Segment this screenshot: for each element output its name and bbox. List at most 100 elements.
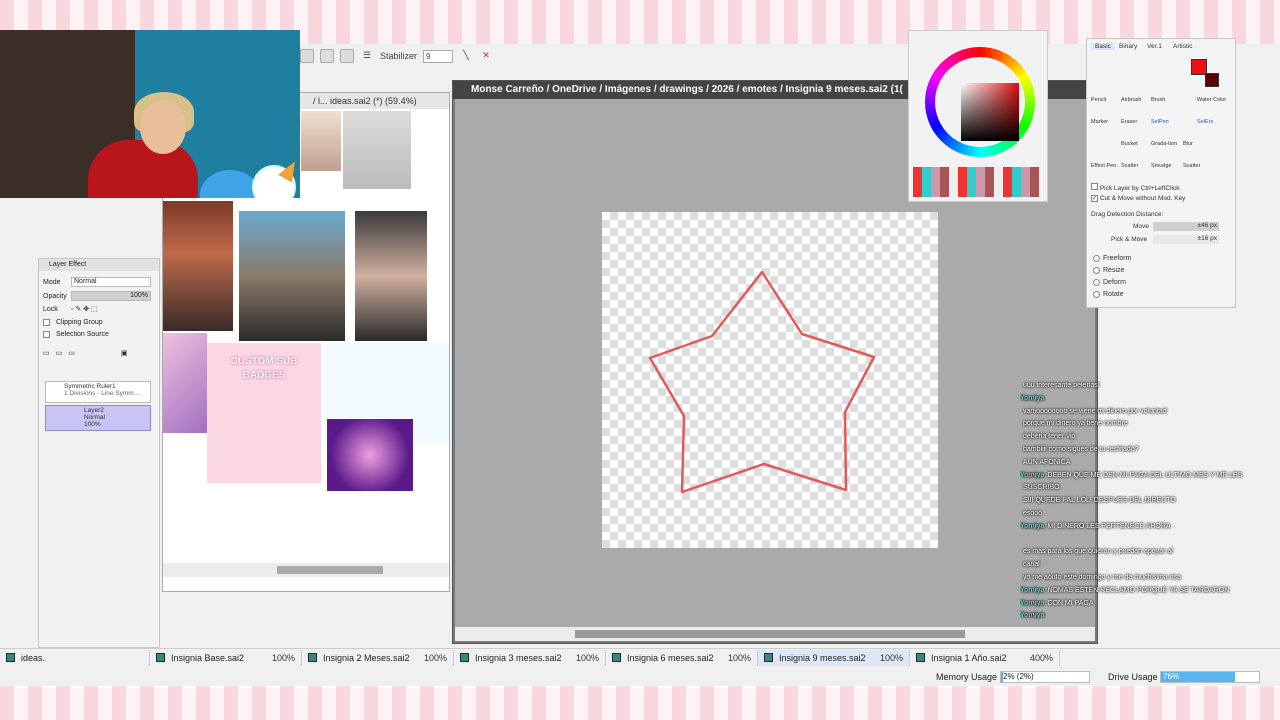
chat-username: Yomiya [1020,471,1045,479]
radio-rotate-label: Rotate [1103,291,1124,298]
layer-effect-header[interactable]: Layer Effect [39,259,159,271]
toolbar-button-1[interactable] [300,49,314,63]
radio-dot [1093,291,1100,298]
selection-source-row[interactable]: Selection Source [43,331,109,338]
opacity-row: Opacity 100% [43,291,151,301]
lock-row: Lock ▫ ✎ ✥ ⬚ [43,305,98,314]
document-icon [612,653,621,662]
document-tab[interactable]: Insignia 2 Meses.sai2 100% [302,649,454,666]
tool-watercolor[interactable]: Water Color [1197,97,1227,115]
chat-text: esooo [1023,509,1043,517]
chat-message: es más para los que quieran y puedan apo… [1020,546,1276,559]
delete-layer-icon[interactable]: ▣ [121,349,128,357]
tool-pencil[interactable]: Pencil [1091,97,1117,115]
radio-resize[interactable]: Resize [1093,267,1124,274]
mode-select[interactable]: Normal [71,277,151,287]
document-tab[interactable]: Insignia 3 meses.sai2 100% [454,649,606,666]
chat-text: es más para los que quieran y puedan apo… [1023,548,1173,556]
tool-selpen[interactable]: SelPen [1151,119,1177,137]
secondary-color-swatch[interactable] [1205,73,1219,87]
move-distance-label: Move [1133,223,1149,230]
tool-smudge[interactable]: Smudge [1151,163,1177,181]
selection-source-label: Selection Source [56,331,109,338]
canvas-hscroll[interactable] [455,627,1095,641]
pressure-icon[interactable]: ✕ [479,49,493,63]
stabilizer-select[interactable]: 9 [423,49,454,63]
document-icon [916,653,925,662]
new-layer-icon[interactable]: ▭ [43,349,50,357]
pick-move-distance-label: Pick & Move [1111,236,1148,243]
chat-message [1020,534,1276,547]
tool-eraser[interactable]: Eraser [1121,119,1147,137]
chat-message: Yomiya [1020,393,1276,406]
move-distance-slider[interactable]: ±46 px [1153,222,1219,231]
drawing-canvas[interactable] [602,212,938,548]
document-tab[interactable]: Insignia 6 meses.sai2 100% [606,649,758,666]
layer-item-layer2[interactable]: Layer2 Normal 100% [45,405,151,431]
tool-airbrush[interactable]: Airbrush [1121,97,1147,115]
document-icon [6,653,15,662]
saturation-value-square[interactable] [961,83,1019,141]
tab-binary[interactable]: Binary [1119,43,1137,50]
cut-move-checkbox[interactable]: ✓ [1091,195,1098,202]
tab-ver1[interactable]: Ver.1 [1147,43,1162,50]
document-tab[interactable]: ideas. [0,649,150,666]
opacity-label: Opacity [43,292,67,300]
chat-username: Yomiya [1020,522,1045,530]
clipping-group-row[interactable]: Clipping Group [43,319,103,326]
tool-effect-pen[interactable]: Effect Pen [1091,163,1117,181]
star-sketch [648,270,876,494]
layer-item-ruler[interactable]: Symmetric Ruler1 1 Divisions - Line Symm… [45,381,151,403]
drive-usage-meter: 76% [1160,671,1260,683]
chat-text: deberia tener vip [1023,433,1076,441]
clipping-group-checkbox[interactable] [43,319,50,326]
pick-move-distance-slider[interactable]: ±16 px [1153,235,1219,244]
chat-message: AUN AFONICA [1020,457,1276,470]
document-tab[interactable]: Insignia 1 Año.sai2 400% [910,649,1060,666]
ideas-crystal-star [163,333,207,433]
cut-move-option[interactable]: ✓ Cut & Move without Mod. Key [1091,195,1185,202]
selection-source-checkbox[interactable] [43,331,50,338]
pick-layer-checkbox[interactable] [1091,183,1098,190]
document-icon [308,653,317,662]
new-folder-icon[interactable]: ▭ [56,349,63,357]
chat-message: SIII QUEDE PAL LOL! DESPUES DEL DIRECTO [1020,495,1276,508]
tool-marker[interactable]: Marker [1091,119,1117,137]
tool-gradation[interactable]: Grada-tion [1151,141,1177,159]
toolbar-button-2[interactable] [320,49,334,63]
radio-deform[interactable]: Deform [1093,279,1126,286]
radio-freeform[interactable]: Freeform [1093,255,1131,262]
tool-bucket[interactable]: Bucket [1121,141,1147,159]
layer-ruler-detail: 1 Divisions - Line Symm... [64,390,140,397]
menu-lines-icon[interactable]: ☰ [360,49,374,63]
document-icon [156,653,165,662]
tab-artistic[interactable]: Artistic [1173,43,1193,50]
document-tab[interactable]: Insignia Base.sai2 100% [150,649,302,666]
tool-blur[interactable]: Blur [1183,141,1209,159]
canvas-hscroll-thumb[interactable] [575,630,965,638]
new-mask-icon[interactable]: ▭ [68,349,75,357]
hue-wheel[interactable] [925,47,1035,157]
tab-basic[interactable]: Basic [1091,43,1115,50]
document-icon [460,653,469,662]
opacity-slider[interactable]: 100% [71,291,151,301]
color-swatches[interactable] [913,167,1041,197]
tool-scatter[interactable]: Scatter [1121,163,1147,181]
tool-brush[interactable]: Brush [1151,97,1177,115]
lock-icons[interactable]: ▫ ✎ ✥ ⬚ [71,305,98,313]
document-tab[interactable]: Insignia 9 meses.sai2 100% [758,649,910,666]
lock-label: Lock [43,305,58,313]
toolbar-button-3[interactable] [340,49,354,63]
document-tab-zoom: 100% [727,652,751,663]
layer2-mode: Normal [84,414,105,421]
tool-scatter-2[interactable]: Scatter [1183,163,1209,181]
chat-text: vamoooooooo se viene mi dinero por volun… [1023,407,1167,415]
pen-line-icon[interactable]: ╲ [459,49,473,63]
document-tab-name: Insignia 6 meses.sai2 [627,652,714,663]
ideas-photo-top [343,111,411,189]
ideas-hscroll-thumb[interactable] [277,566,383,574]
radio-rotate[interactable]: Rotate [1093,291,1124,298]
tool-selers[interactable]: SelErs [1197,119,1223,137]
layer-ruler-name: Symmetric Ruler1 [64,383,116,390]
pick-layer-option[interactable]: Pick Layer by Ctrl+LeftClick [1091,183,1179,192]
